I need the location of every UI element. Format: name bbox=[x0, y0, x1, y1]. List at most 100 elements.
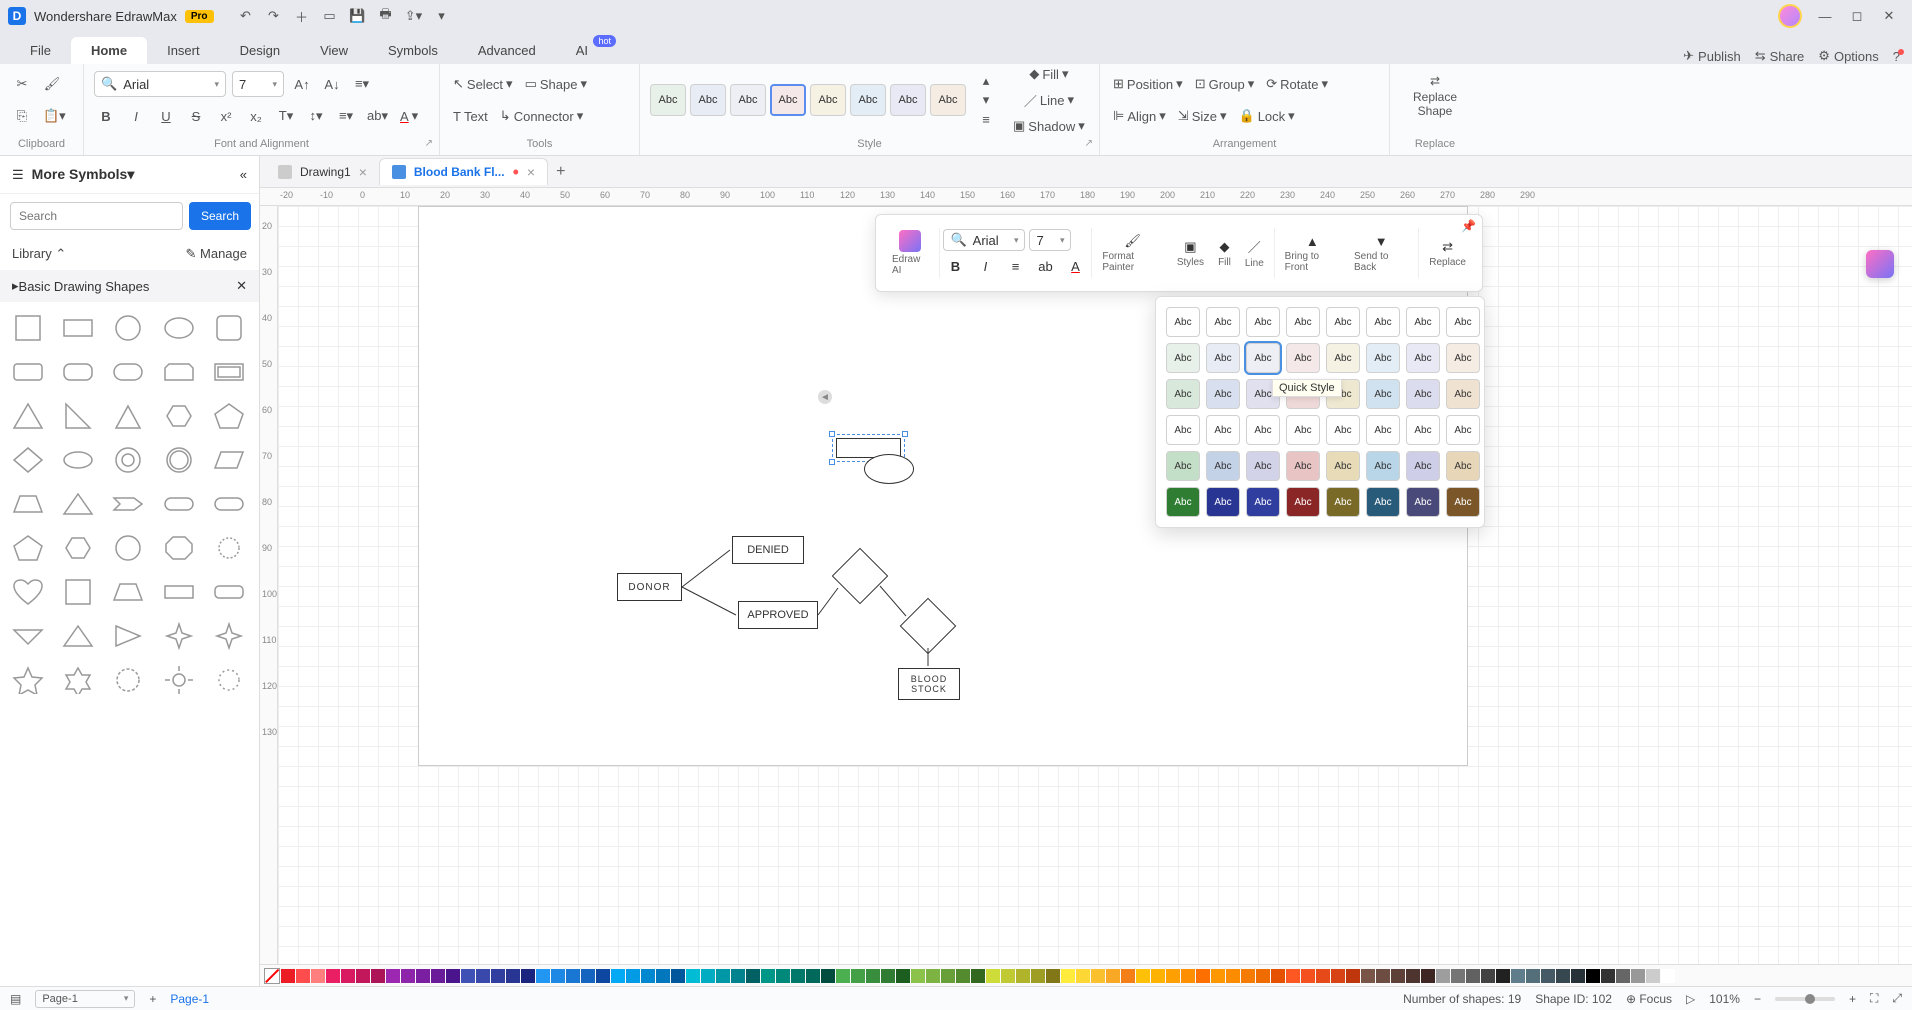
color-swatch[interactable] bbox=[656, 969, 670, 983]
color-swatch[interactable] bbox=[491, 969, 505, 983]
color-swatch[interactable] bbox=[1631, 969, 1645, 983]
node-denied[interactable]: DENIED bbox=[732, 536, 804, 564]
style-dialog-launcher[interactable]: ↗ bbox=[1085, 138, 1093, 149]
options-button[interactable]: ⚙ Options bbox=[1818, 48, 1878, 64]
color-swatch[interactable] bbox=[536, 969, 550, 983]
quick-style-cell[interactable]: Abc bbox=[1446, 379, 1480, 409]
ctx-send-back[interactable]: ▼Send to Back bbox=[1348, 234, 1414, 273]
shape-heptagon[interactable] bbox=[108, 530, 148, 566]
color-swatch[interactable] bbox=[731, 969, 745, 983]
open-button[interactable]: ▭ bbox=[318, 4, 342, 28]
zoom-slider[interactable] bbox=[1775, 997, 1835, 1001]
color-swatch[interactable] bbox=[746, 969, 760, 983]
color-swatch[interactable] bbox=[1646, 969, 1660, 983]
color-swatch[interactable] bbox=[1406, 969, 1420, 983]
align-text-button[interactable]: ≡▾ bbox=[350, 72, 374, 96]
shape-pill[interactable] bbox=[108, 354, 148, 390]
fullscreen-button[interactable]: ⤢ bbox=[1892, 991, 1902, 1006]
color-swatch[interactable] bbox=[1001, 969, 1015, 983]
shape-chevron[interactable] bbox=[108, 486, 148, 522]
quick-style-cell[interactable]: Abc bbox=[1286, 451, 1320, 481]
quick-style-cell[interactable]: Abc bbox=[1166, 379, 1200, 409]
fit-page-button[interactable]: ⛶ bbox=[1870, 991, 1878, 1006]
new-button[interactable]: ＋ bbox=[290, 4, 314, 28]
shape-parallelogram[interactable] bbox=[209, 442, 249, 478]
quick-style-cell[interactable]: Abc bbox=[1286, 487, 1320, 517]
shape-arrow-down[interactable] bbox=[8, 618, 48, 654]
color-swatch[interactable] bbox=[1121, 969, 1135, 983]
shape-triangle-up[interactable] bbox=[58, 486, 98, 522]
color-swatch[interactable] bbox=[1061, 969, 1075, 983]
node-blood-stock[interactable]: BLOOD STOCK bbox=[898, 668, 960, 700]
category-close-button[interactable]: ✕ bbox=[236, 278, 247, 294]
color-swatch[interactable] bbox=[671, 969, 685, 983]
color-swatch[interactable] bbox=[1181, 969, 1195, 983]
shadow-button[interactable]: ▣ Shadow ▾ bbox=[1010, 114, 1088, 138]
close-tab-button[interactable]: × bbox=[527, 164, 535, 180]
color-swatch[interactable] bbox=[926, 969, 940, 983]
quick-style-cell[interactable]: Abc bbox=[1206, 487, 1240, 517]
ctx-line[interactable]: ／Line bbox=[1239, 237, 1270, 269]
color-swatch[interactable] bbox=[446, 969, 460, 983]
shape-square[interactable] bbox=[8, 310, 48, 346]
qat-more-button[interactable]: ▾ bbox=[430, 4, 454, 28]
ctx-bold[interactable]: B bbox=[943, 255, 967, 277]
color-swatch[interactable] bbox=[776, 969, 790, 983]
connector-tool[interactable]: ↳ Connector ▾ bbox=[497, 104, 586, 128]
color-swatch[interactable] bbox=[1526, 969, 1540, 983]
quick-style-cell[interactable]: Abc bbox=[1406, 343, 1440, 373]
quick-style-cell[interactable]: Abc bbox=[1326, 415, 1360, 445]
ctx-styles[interactable]: ▣Styles bbox=[1171, 239, 1210, 268]
shape-stadium[interactable] bbox=[159, 486, 199, 522]
shape-donut[interactable] bbox=[108, 442, 148, 478]
color-swatch[interactable] bbox=[581, 969, 595, 983]
italic-button[interactable]: I bbox=[124, 104, 148, 128]
shape-hexagon[interactable] bbox=[159, 398, 199, 434]
shape-trapezoid[interactable] bbox=[8, 486, 48, 522]
shape-pentagon2[interactable] bbox=[8, 530, 48, 566]
color-swatch[interactable] bbox=[941, 969, 955, 983]
color-swatch[interactable] bbox=[971, 969, 985, 983]
page-nav-icon[interactable]: ▤ bbox=[10, 992, 21, 1006]
shape-roundrect2[interactable] bbox=[58, 354, 98, 390]
color-swatch[interactable] bbox=[836, 969, 850, 983]
shape-star6[interactable] bbox=[58, 662, 98, 698]
tab-view[interactable]: View bbox=[300, 37, 368, 64]
publish-button[interactable]: ✈ Publish bbox=[1683, 48, 1741, 64]
color-swatch[interactable] bbox=[476, 969, 490, 983]
shape-rect[interactable] bbox=[58, 310, 98, 346]
color-swatch[interactable] bbox=[791, 969, 805, 983]
color-swatch[interactable] bbox=[1241, 969, 1255, 983]
quick-style-cell[interactable]: Abc bbox=[1246, 343, 1280, 373]
color-swatch[interactable] bbox=[896, 969, 910, 983]
color-swatch[interactable] bbox=[356, 969, 370, 983]
quick-style-cell[interactable]: Abc bbox=[1446, 451, 1480, 481]
bold-button[interactable]: B bbox=[94, 104, 118, 128]
color-swatch[interactable] bbox=[431, 969, 445, 983]
style-gallery-up[interactable]: ▴ bbox=[974, 72, 998, 90]
shape-capsule[interactable] bbox=[209, 486, 249, 522]
color-swatch[interactable] bbox=[701, 969, 715, 983]
shape-trap2[interactable] bbox=[108, 574, 148, 610]
quick-style-cell[interactable]: Abc bbox=[1446, 307, 1480, 337]
node-approved[interactable]: APPROVED bbox=[738, 601, 818, 629]
present-button[interactable]: ▷ bbox=[1686, 992, 1695, 1006]
export-button[interactable]: ⇪▾ bbox=[402, 4, 426, 28]
shape-triangle-right[interactable] bbox=[58, 398, 98, 434]
ctx-italic[interactable]: I bbox=[973, 255, 997, 277]
color-swatch[interactable] bbox=[461, 969, 475, 983]
tab-file[interactable]: File bbox=[10, 37, 71, 64]
shape-pentagon[interactable] bbox=[209, 398, 249, 434]
color-swatch[interactable] bbox=[986, 969, 1000, 983]
color-swatch[interactable] bbox=[1211, 969, 1225, 983]
color-swatch[interactable] bbox=[956, 969, 970, 983]
color-swatch[interactable] bbox=[1016, 969, 1030, 983]
doc-tab[interactable]: Drawing1 × bbox=[266, 159, 379, 185]
quick-style-cell[interactable]: Abc bbox=[1406, 487, 1440, 517]
group-button[interactable]: ⊡ Group ▾ bbox=[1192, 72, 1258, 96]
quick-style-cell[interactable]: Abc bbox=[1406, 307, 1440, 337]
add-page-button[interactable]: + bbox=[149, 992, 156, 1006]
color-swatch[interactable] bbox=[1601, 969, 1615, 983]
color-swatch[interactable] bbox=[611, 969, 625, 983]
shape-snip[interactable] bbox=[159, 354, 199, 390]
